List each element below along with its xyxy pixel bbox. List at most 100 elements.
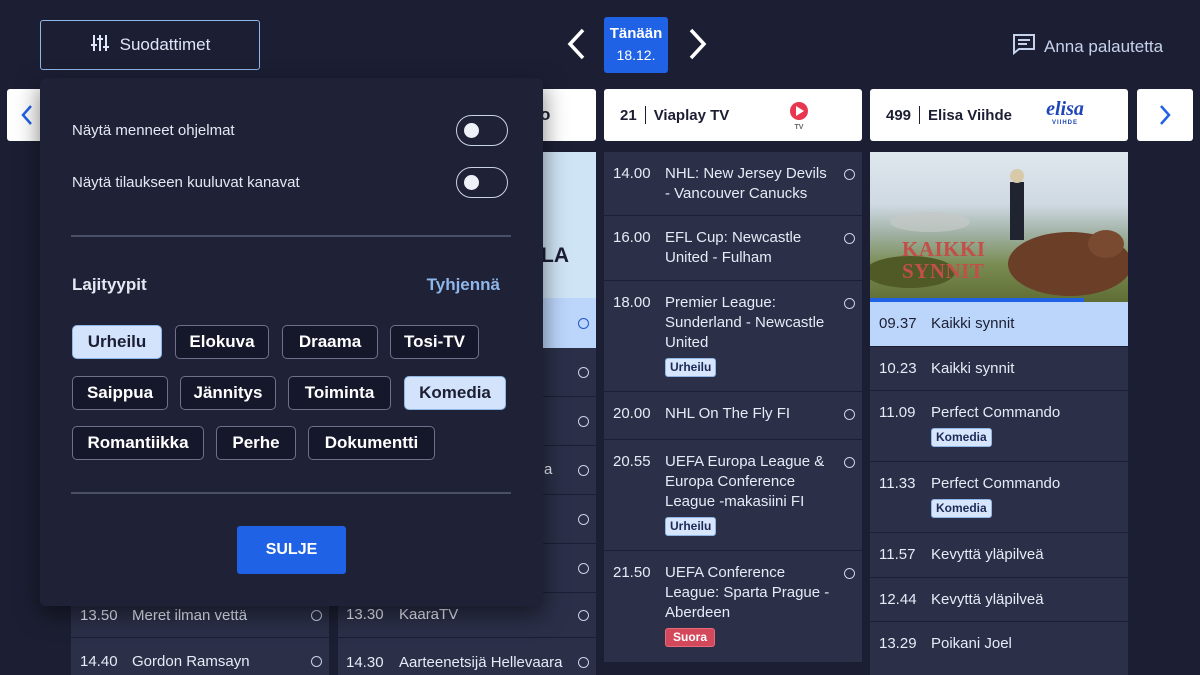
show-subscription-toggle[interactable] xyxy=(456,167,508,198)
program-row[interactable]: 11.33 Perfect Commando Komedia xyxy=(870,462,1128,533)
reminder-icon[interactable] xyxy=(578,514,589,525)
program-title: KaaraTV xyxy=(399,606,459,623)
program-row[interactable]: 14.00 NHL: New Jersey Devils - Vancouver… xyxy=(604,152,862,216)
program-time: 11.33 xyxy=(879,475,916,492)
reminder-icon[interactable] xyxy=(578,318,589,329)
reminder-icon[interactable] xyxy=(578,416,589,427)
program-title: Premier League: Sunderland - Newcastle U… xyxy=(665,294,825,351)
channel-name: Elisa Viihde xyxy=(928,106,1012,124)
toggle-label: Näytä tilaukseen kuuluvat kanavat xyxy=(72,174,300,191)
reminder-icon[interactable] xyxy=(578,657,589,668)
reminder-icon[interactable] xyxy=(844,457,855,468)
close-filters-button[interactable]: SULJE xyxy=(237,526,346,574)
program-time: 10.23 xyxy=(879,360,917,377)
program-title: Kaikki synnit xyxy=(931,360,1015,377)
program-time: 09.37 xyxy=(879,315,917,332)
thumbnail-title-line: SYNNIT xyxy=(902,259,985,283)
genre-chip[interactable]: Jännitys xyxy=(180,376,276,410)
previous-day-button[interactable] xyxy=(564,26,588,62)
program-time: 21.50 xyxy=(613,564,651,581)
program-row[interactable]: 20.55 UEFA Europa League & Europa Confer… xyxy=(604,440,862,551)
program-row[interactable]: 12.44 Kevyttä yläpilveä xyxy=(870,578,1128,622)
channels-next-button[interactable] xyxy=(1137,89,1193,141)
program-row[interactable]: 14.40 Gordon Ramsayn xyxy=(71,638,329,675)
program-title: Perfect Commando xyxy=(931,404,1061,421)
program-title: NHL On The Fly FI xyxy=(665,405,791,422)
channel-header-viaplay[interactable]: 21 Viaplay TV TV xyxy=(604,89,862,141)
elisa-logo-sub: VIIHDE xyxy=(1051,120,1078,126)
program-row[interactable]: 11.57 Kevyttä yläpilveä xyxy=(870,533,1128,578)
reminder-icon[interactable] xyxy=(311,656,322,667)
program-time: 14.30 xyxy=(346,654,384,671)
reminder-icon[interactable] xyxy=(311,610,322,621)
program-time: 13.30 xyxy=(346,606,384,623)
genre-chip[interactable]: Romantiikka xyxy=(72,426,204,460)
program-time: 18.00 xyxy=(613,294,651,311)
genre-chip[interactable]: Komedia xyxy=(404,376,506,410)
reminder-icon[interactable] xyxy=(578,610,589,621)
thumbnail-title-line: KAIKKI xyxy=(902,237,986,261)
chevron-right-icon xyxy=(1160,105,1171,125)
program-row[interactable]: 18.00 Premier League: Sunderland - Newca… xyxy=(604,281,862,392)
genre-chip[interactable]: Urheilu xyxy=(72,325,162,359)
genre-badge: Urheilu xyxy=(665,517,717,536)
genre-chip[interactable]: Toiminta xyxy=(288,376,391,410)
feedback-button[interactable]: Anna palautetta xyxy=(1012,33,1163,60)
reminder-icon[interactable] xyxy=(578,563,589,574)
program-title-fragment: a xyxy=(544,461,553,478)
program-title: UEFA Conference League: Sparta Prague - … xyxy=(665,564,830,621)
reminder-icon[interactable] xyxy=(578,367,589,378)
program-row[interactable]: 14.30 Aarteenetsijä Hellevaara xyxy=(338,639,596,675)
today-label: Tänään xyxy=(609,25,663,42)
program-row[interactable]: 10.23 Kaikki synnit xyxy=(870,347,1128,391)
thumbnail-text: LA xyxy=(541,244,569,267)
channel-separator xyxy=(644,106,646,124)
next-day-button[interactable] xyxy=(686,26,710,62)
genre-chip[interactable]: Dokumentti xyxy=(308,426,435,460)
program-time: 13.29 xyxy=(879,635,917,652)
genres-title: Lajityypit xyxy=(72,275,147,294)
program-row[interactable]: 20.00 NHL On The Fly FI xyxy=(604,392,862,440)
reminder-icon[interactable] xyxy=(844,568,855,579)
reminder-icon[interactable] xyxy=(844,298,855,309)
program-title: NHL: New Jersey Devils - Vancouver Canuc… xyxy=(665,165,827,202)
today-date: 18.12. xyxy=(616,47,656,63)
reminder-icon[interactable] xyxy=(844,169,855,180)
program-title: Meret ilman vettä xyxy=(132,607,248,624)
viaplay-logo-icon: TV xyxy=(784,101,814,131)
show-past-toggle[interactable] xyxy=(456,115,508,146)
divider xyxy=(71,492,511,494)
divider xyxy=(71,235,511,237)
feedback-label: Anna palautetta xyxy=(1044,36,1164,56)
reminder-icon[interactable] xyxy=(844,233,855,244)
reminder-icon[interactable] xyxy=(578,465,589,476)
today-date-button[interactable]: Tänään 18.12. xyxy=(604,17,668,73)
program-time: 20.55 xyxy=(613,453,651,470)
program-row[interactable]: 11.09 Perfect Commando Komedia xyxy=(870,391,1128,462)
channel-header-elisa[interactable]: 499 Elisa Viihde elisa VIIHDE xyxy=(870,89,1128,141)
genre-badge: Komedia xyxy=(931,428,992,447)
program-time: 12.44 xyxy=(879,591,917,608)
filters-button[interactable]: Suodattimet xyxy=(40,20,260,70)
reminder-icon[interactable] xyxy=(844,409,855,420)
program-row[interactable]: 13.29 Poikani Joel xyxy=(870,622,1128,672)
sliders-icon xyxy=(90,33,110,58)
program-title: Gordon Ramsayn xyxy=(132,653,250,670)
program-time: 11.57 xyxy=(879,546,916,563)
elisa-logo-icon: elisa VIIHDE xyxy=(1038,99,1092,127)
program-row[interactable]: 16.00 EFL Cup: Newcastle United - Fulham xyxy=(604,216,862,281)
genre-chip[interactable]: Perhe xyxy=(216,426,296,460)
program-thumbnail[interactable]: KAIKKI SYNNIT xyxy=(870,152,1128,302)
chevron-left-icon xyxy=(567,28,585,60)
genre-chip[interactable]: Elokuva xyxy=(175,325,269,359)
genre-chip[interactable]: Saippua xyxy=(72,376,168,410)
filter-panel: Näytä menneet ohjelmat Näytä tilaukseen … xyxy=(40,78,543,606)
genre-chip[interactable]: Tosi-TV xyxy=(390,325,479,359)
program-row-selected[interactable]: 09.37 Kaikki synnit xyxy=(870,302,1128,347)
program-time: 20.00 xyxy=(613,405,651,422)
program-info: Perfect Commando Komedia xyxy=(931,403,1098,461)
clear-genres-link[interactable]: Tyhjennä xyxy=(427,275,500,295)
program-info: Premier League: Sunderland - Newcastle U… xyxy=(665,293,832,391)
genre-chip[interactable]: Draama xyxy=(282,325,378,359)
program-row[interactable]: 21.50 UEFA Conference League: Sparta Pra… xyxy=(604,551,862,662)
